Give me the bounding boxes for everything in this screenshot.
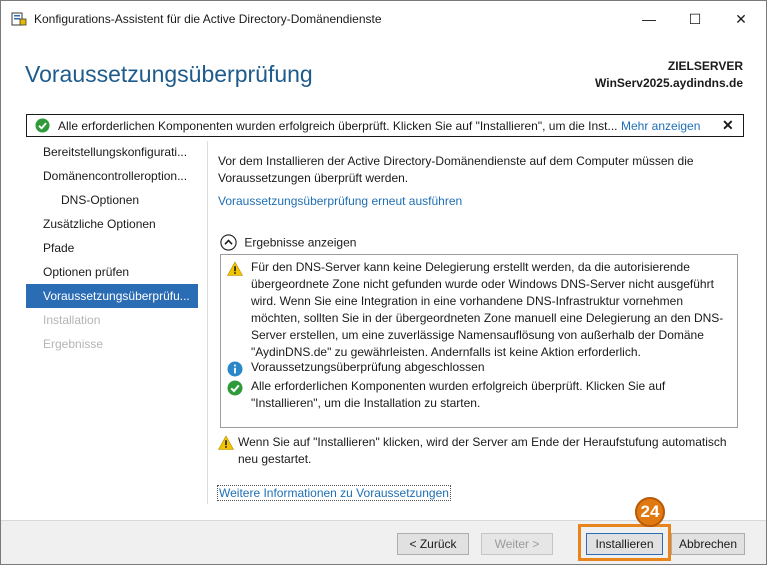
result-text: Voraussetzungsüberprüfung abgeschlossen xyxy=(251,360,485,374)
nav-item-dns-options[interactable]: DNS-Optionen xyxy=(26,188,198,212)
warning-icon xyxy=(227,261,243,276)
minimize-button[interactable]: — xyxy=(626,1,672,37)
server-manager-icon xyxy=(11,12,27,26)
nav-divider xyxy=(207,141,208,504)
cancel-button[interactable]: Abbrechen xyxy=(671,533,745,555)
maximize-button[interactable]: ☐ xyxy=(672,1,718,37)
nav-item-dc-options[interactable]: Domänencontrolleroption... xyxy=(26,164,198,188)
restart-warning-text: Wenn Sie auf "Installieren" klicken, wir… xyxy=(238,435,727,466)
maximize-icon: ☐ xyxy=(688,10,702,27)
target-server-label: ZIELSERVER xyxy=(667,59,743,73)
success-icon xyxy=(227,380,243,396)
more-info-link[interactable]: Weitere Informationen zu Voraussetzungen xyxy=(217,485,451,501)
notification-text: Alle erforderlichen Komponenten wurden e… xyxy=(58,119,618,133)
show-more-link[interactable]: Mehr anzeigen xyxy=(621,119,700,133)
result-text: Alle erforderlichen Komponenten wurden e… xyxy=(251,379,666,410)
info-icon xyxy=(227,361,243,377)
minimize-icon: — xyxy=(642,11,656,27)
install-highlight-box xyxy=(578,524,671,561)
step-number-badge: 24 xyxy=(635,497,665,527)
title-bar[interactable]: Konfigurations-Assistent für die Active … xyxy=(1,1,766,37)
notification-close-icon[interactable]: ✕ xyxy=(722,117,734,134)
nav-item-additional-options[interactable]: Zusätzliche Optionen xyxy=(26,212,198,236)
result-text: Für den DNS-Server kann keine Delegierun… xyxy=(251,260,724,359)
chevron-up-icon xyxy=(220,234,237,251)
nav-item-prerequisites-check[interactable]: Voraussetzungsüberprüfu... xyxy=(26,284,198,308)
nav-item-results: Ergebnisse xyxy=(43,337,104,351)
close-button[interactable]: ✕ xyxy=(718,1,764,37)
result-item-success: Alle erforderlichen Komponenten wurden e… xyxy=(227,378,732,414)
back-button[interactable]: < Zurück xyxy=(397,533,469,555)
results-panel: Für den DNS-Server kann keine Delegierun… xyxy=(220,254,738,428)
success-icon xyxy=(35,118,50,133)
result-item-dns-warning: Für den DNS-Server kann keine Delegierun… xyxy=(227,259,732,361)
page-title: Voraussetzungsüberprüfung xyxy=(25,61,313,87)
nav-item-deployment-config[interactable]: Bereitstellungskonfigurati... xyxy=(26,140,198,164)
result-item-check-complete: Voraussetzungsüberprüfung abgeschlossen xyxy=(227,359,732,377)
nav-item-installation: Installation xyxy=(43,313,101,327)
nav-item-paths[interactable]: Pfade xyxy=(26,236,198,260)
close-icon: ✕ xyxy=(735,10,747,27)
window-title: Konfigurations-Assistent für die Active … xyxy=(34,12,382,26)
wizard-window: Konfigurations-Assistent für die Active … xyxy=(0,0,767,565)
warning-icon xyxy=(218,435,234,450)
notification-bar: Alle erforderlichen Komponenten wurden e… xyxy=(26,114,744,137)
next-button: Weiter > xyxy=(481,533,553,555)
nav-item-review-options[interactable]: Optionen prüfen xyxy=(26,260,198,284)
wizard-nav: Bereitstellungskonfigurati... Domänencon… xyxy=(26,140,198,356)
show-results-label: Ergebnisse anzeigen xyxy=(244,235,357,250)
target-server-name: WinServ2025.aydindns.de xyxy=(595,76,743,90)
rerun-check-link[interactable]: Voraussetzungsüberprüfung erneut ausführ… xyxy=(218,194,462,208)
intro-text: Vor dem Installieren der Active Director… xyxy=(218,154,694,185)
show-results-toggle[interactable]: Ergebnisse anzeigen xyxy=(220,234,356,251)
target-server: ZIELSERVER WinServ2025.aydindns.de xyxy=(595,58,743,92)
